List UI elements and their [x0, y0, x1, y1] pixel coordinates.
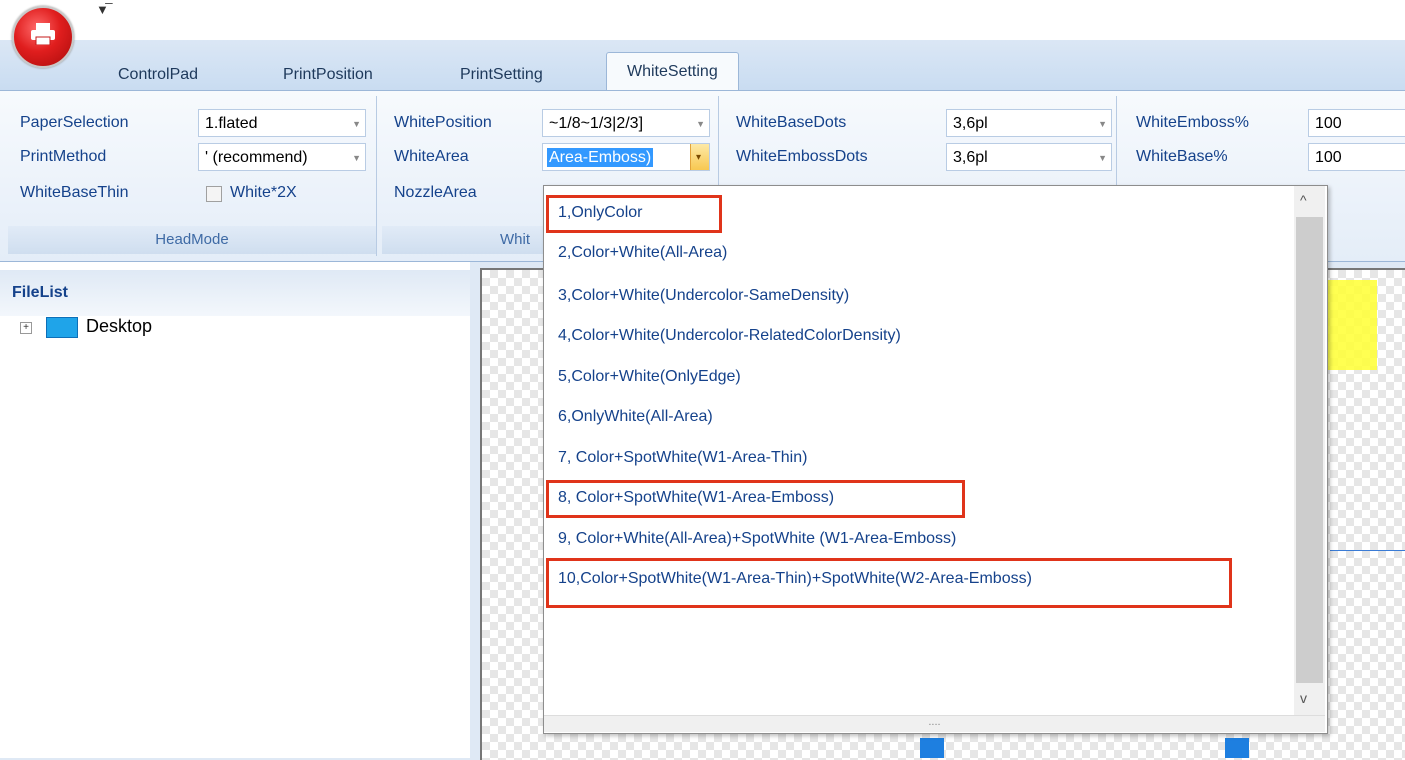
white-2x-label: White*2X	[230, 184, 297, 201]
white-base-percent-value: 100	[1315, 149, 1342, 166]
option-4[interactable]: 4,Color+White(Undercolor-RelatedColorDen…	[558, 321, 901, 351]
tree-item-desktop[interactable]: Desktop	[86, 316, 152, 337]
white-position-label: WhitePosition	[394, 114, 492, 131]
option-5[interactable]: 5,Color+White(OnlyEdge)	[558, 362, 741, 392]
file-list-header: FileList	[0, 270, 470, 316]
white-base-dots-value: 3,6pl	[953, 115, 988, 132]
tab-printposition[interactable]: PrintPosition	[283, 59, 373, 90]
chevron-down-icon: ▼	[696, 119, 705, 129]
preview-yellow-block	[1327, 280, 1377, 370]
white-area-combo[interactable]: Area-Emboss)	[542, 143, 710, 171]
chevron-down-icon: ▼	[352, 153, 361, 163]
chevron-down-icon: ▼	[352, 119, 361, 129]
white-emboss-dots-combo[interactable]: 3,6pl ▼	[946, 143, 1112, 171]
white-emboss-dots-label: WhiteEmbossDots	[736, 148, 868, 165]
white-area-dropdown-list[interactable]: 1,OnlyColor 2,Color+White(All-Area) 3,Co…	[543, 185, 1328, 734]
white-emboss-dots-value: 3,6pl	[953, 149, 988, 166]
white-emboss-percent-input[interactable]: 100	[1308, 109, 1405, 137]
white-base-dots-combo[interactable]: 3,6pl ▼	[946, 109, 1112, 137]
print-method-value: ' (recommend)	[205, 149, 308, 166]
white-area-label: WhiteArea	[394, 148, 469, 165]
chevron-down-icon: ▼	[1098, 119, 1107, 129]
white-2x-checkbox[interactable]	[206, 186, 222, 202]
white-base-thin-label: WhiteBaseThin	[20, 184, 129, 201]
scrollbar-thumb[interactable]	[1296, 217, 1323, 683]
ribbon-tab-row: ControlPad PrintPosition PrintSetting Wh…	[0, 40, 1405, 91]
highlight-box-option-8	[546, 480, 965, 518]
option-7[interactable]: 7, Color+SpotWhite(W1-Area-Thin)	[558, 443, 807, 473]
print-method-combo[interactable]: ' (recommend) ▼	[198, 143, 366, 171]
preview-marker-left	[920, 738, 944, 758]
white-emboss-percent-label: WhiteEmboss%	[1136, 114, 1249, 131]
white-area-value: Area-Emboss)	[547, 148, 654, 167]
white-base-percent-input[interactable]: 100	[1308, 143, 1405, 171]
tree-expand-icon[interactable]: +	[20, 322, 32, 334]
desktop-folder-icon	[46, 317, 78, 338]
dropdown-arrow-icon[interactable]	[690, 144, 709, 170]
option-9[interactable]: 9, Color+White(All-Area)+SpotWhite (W1-A…	[558, 524, 956, 554]
tab-whitesetting[interactable]: WhiteSetting	[606, 52, 739, 91]
resize-grip[interactable]: ....	[544, 715, 1325, 732]
headmode-group: PaperSelection 1.flated ▼ PrintMethod ' …	[8, 96, 377, 256]
paper-selection-value: 1.flated	[205, 115, 258, 132]
white-emboss-percent-value: 100	[1315, 115, 1342, 132]
print-method-label: PrintMethod	[20, 148, 107, 165]
printer-icon	[31, 23, 55, 45]
title-bar	[0, 0, 1405, 40]
white-position-value: ~1/8~1/3|2/3]	[549, 115, 644, 132]
headmode-group-label: HeadMode	[8, 226, 376, 254]
white-base-dots-label: WhiteBaseDots	[736, 114, 847, 131]
paper-selection-label: PaperSelection	[20, 114, 129, 131]
scroll-down-icon[interactable]: v	[1300, 690, 1307, 706]
highlight-box-option-1	[546, 195, 722, 233]
option-3[interactable]: 3,Color+White(Undercolor-SameDensity)	[558, 281, 849, 311]
highlight-box-option-10	[546, 558, 1232, 608]
option-6[interactable]: 6,OnlyWhite(All-Area)	[558, 402, 713, 432]
tab-printsetting[interactable]: PrintSetting	[460, 59, 543, 90]
preview-ruler	[1330, 536, 1405, 551]
white-position-combo[interactable]: ~1/8~1/3|2/3] ▼	[542, 109, 710, 137]
chevron-down-icon: ▼	[1098, 153, 1107, 163]
paper-selection-combo[interactable]: 1.flated ▼	[198, 109, 366, 137]
nozzle-area-label: NozzleArea	[394, 184, 477, 201]
option-2[interactable]: 2,Color+White(All-Area)	[558, 238, 727, 268]
white-base-percent-label: WhiteBase%	[1136, 148, 1228, 165]
preview-marker-right	[1225, 738, 1249, 758]
application-menu-button[interactable]	[12, 6, 74, 68]
tab-controlpad[interactable]: ControlPad	[118, 59, 198, 90]
customize-quick-access-icon[interactable]: ▼̅	[96, 2, 109, 17]
scroll-up-icon[interactable]: ^	[1300, 192, 1307, 208]
